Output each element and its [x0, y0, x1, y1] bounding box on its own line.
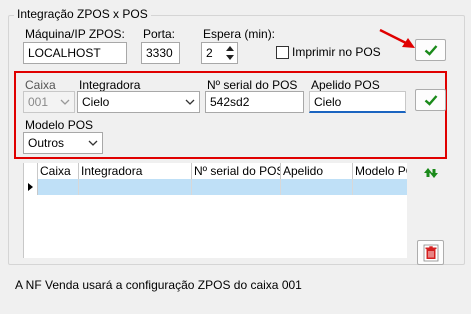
- caixa-value: 001: [28, 95, 49, 109]
- red-arrow: [379, 28, 415, 48]
- table-cell[interactable]: [79, 179, 192, 195]
- table-cell[interactable]: [281, 179, 353, 195]
- chevron-down-icon: [60, 99, 70, 105]
- modelo-value: Outros: [28, 136, 65, 150]
- row-pointer-icon: [28, 183, 33, 191]
- confirm-form-button[interactable]: [415, 89, 446, 111]
- sort-arrows-icon: [424, 168, 438, 178]
- wait-value: 2: [206, 46, 213, 60]
- port-label: Porta:: [143, 27, 176, 41]
- serial-input[interactable]: 542sd2: [205, 91, 304, 113]
- trash-icon: [423, 244, 438, 261]
- integradora-select[interactable]: Cielo: [77, 91, 200, 113]
- grid-header: Caixa Integradora Nº serial do POS Apeli…: [24, 163, 407, 180]
- group-title: Integração ZPOS x POS: [14, 7, 151, 21]
- caixa-select[interactable]: 001: [23, 91, 75, 113]
- confirm-top-button[interactable]: [415, 39, 446, 61]
- table-row[interactable]: [24, 179, 407, 195]
- pos-grid[interactable]: Caixa Integradora Nº serial do POS Apeli…: [23, 163, 407, 258]
- column-header[interactable]: Modelo PC: [353, 163, 407, 179]
- table-cell[interactable]: [192, 179, 281, 195]
- grid-corner: [24, 163, 38, 179]
- row-indicator: [24, 179, 38, 195]
- table-cell[interactable]: [353, 179, 407, 195]
- print-checkbox[interactable]: [276, 46, 289, 59]
- column-header[interactable]: Apelido: [281, 163, 353, 179]
- integradora-value: Cielo: [82, 95, 110, 109]
- column-header[interactable]: Caixa: [38, 163, 79, 179]
- delete-button[interactable]: [417, 240, 444, 265]
- spin-arrows-icon[interactable]: [224, 44, 236, 62]
- reorder-button[interactable]: [421, 165, 441, 181]
- column-header[interactable]: Nº serial do POS: [192, 163, 281, 179]
- column-header[interactable]: Integradora: [79, 163, 192, 179]
- table-cell[interactable]: [38, 179, 79, 195]
- integradora-label: Integradora: [79, 78, 141, 92]
- apelido-label: Apelido POS: [311, 78, 380, 92]
- machine-input[interactable]: LOCALHOST: [23, 42, 127, 64]
- serial-label: Nº serial do POS: [207, 78, 298, 92]
- machine-label: Máquina/IP ZPOS:: [25, 27, 125, 41]
- footer-note: A NF Venda usará a configuração ZPOS do …: [15, 278, 302, 292]
- chevron-down-icon: [88, 140, 98, 146]
- chevron-down-icon: [185, 99, 195, 105]
- print-label: Imprimir no POS: [292, 45, 381, 59]
- check-icon: [424, 45, 437, 56]
- modelo-label: Modelo POS: [25, 118, 94, 132]
- port-input[interactable]: 3330: [141, 42, 180, 64]
- apelido-input[interactable]: Cielo: [309, 91, 406, 113]
- check-icon: [424, 95, 437, 106]
- caixa-label: Caixa: [25, 78, 56, 92]
- modelo-select[interactable]: Outros: [23, 132, 103, 154]
- wait-label: Espera (min):: [203, 27, 276, 41]
- wait-stepper[interactable]: 2: [201, 42, 238, 64]
